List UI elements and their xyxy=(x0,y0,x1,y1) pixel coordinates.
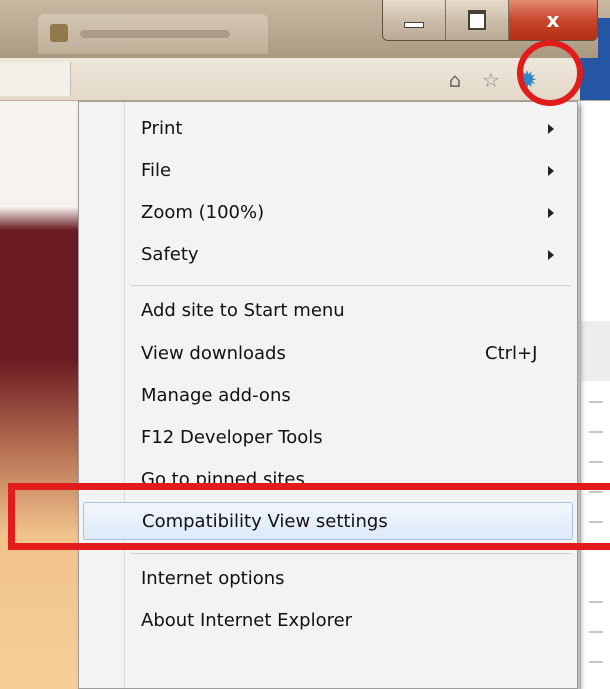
submenu-arrow-icon xyxy=(548,208,554,218)
menu-item-file[interactable]: File xyxy=(83,152,573,190)
favorites-star-icon[interactable]: ☆ xyxy=(476,65,506,95)
menu-item-safety[interactable]: Safety xyxy=(83,236,573,274)
menu-item-internet-options[interactable]: Internet options xyxy=(83,560,573,598)
menu-item-f12-developer-tools[interactable]: F12 Developer Tools xyxy=(83,419,573,457)
menu-item-add-site-to-start[interactable]: Add site to Start menu xyxy=(83,292,573,330)
close-button[interactable]: x xyxy=(509,0,597,40)
menu-item-label: Print xyxy=(141,118,183,139)
tools-menu: Print File Zoom (100%) Safety Add site t… xyxy=(78,101,578,689)
tab-title-blurred xyxy=(80,30,230,38)
menu-item-label: F12 Developer Tools xyxy=(141,427,323,448)
menu-item-label: File xyxy=(141,160,172,181)
menu-item-view-downloads[interactable]: View downloads Ctrl+J xyxy=(83,335,573,373)
annotation-rectangle xyxy=(8,483,610,550)
restore-button[interactable] xyxy=(446,0,509,40)
menu-item-label: Add site to Start menu xyxy=(141,300,345,321)
minimize-button[interactable] xyxy=(383,0,446,40)
page-text-line xyxy=(589,601,603,603)
minimize-icon xyxy=(404,22,424,28)
menu-item-shortcut: Ctrl+J xyxy=(485,343,538,364)
submenu-arrow-icon xyxy=(548,124,554,134)
submenu-arrow-icon xyxy=(548,250,554,260)
menu-item-label: Zoom (100%) xyxy=(141,202,265,223)
page-text-line xyxy=(589,431,603,433)
submenu-arrow-icon xyxy=(548,166,554,176)
page-right-panel xyxy=(580,101,610,689)
tab-favicon-icon xyxy=(50,24,68,42)
annotation-circle xyxy=(517,40,583,106)
menu-item-manage-add-ons[interactable]: Manage add-ons xyxy=(83,377,573,415)
menu-item-zoom[interactable]: Zoom (100%) xyxy=(83,194,573,232)
menu-separator xyxy=(131,285,571,286)
window-edge xyxy=(598,18,610,58)
page-text-line xyxy=(589,461,603,463)
close-icon: x xyxy=(546,8,560,32)
restore-icon xyxy=(468,10,486,30)
page-panel-block xyxy=(581,321,610,381)
menu-item-label: View downloads xyxy=(141,343,286,364)
page-text-line xyxy=(589,631,603,633)
page-background xyxy=(0,101,78,689)
page-text-line xyxy=(589,401,603,403)
home-icon[interactable]: ⌂ xyxy=(440,65,470,95)
address-bar-edge[interactable] xyxy=(0,62,71,96)
page-text-line xyxy=(589,661,603,663)
page-header-blue xyxy=(580,58,610,100)
menu-separator xyxy=(131,553,571,554)
menu-item-label: Safety xyxy=(141,244,199,265)
browser-tab[interactable] xyxy=(38,14,268,54)
menu-item-label: Internet options xyxy=(141,568,285,589)
menu-item-print[interactable]: Print xyxy=(83,110,573,148)
menu-item-label: Manage add-ons xyxy=(141,385,291,406)
window-controls: x xyxy=(382,0,598,41)
menu-item-about-internet-explorer[interactable]: About Internet Explorer xyxy=(83,602,573,640)
menu-item-label: About Internet Explorer xyxy=(141,610,353,631)
